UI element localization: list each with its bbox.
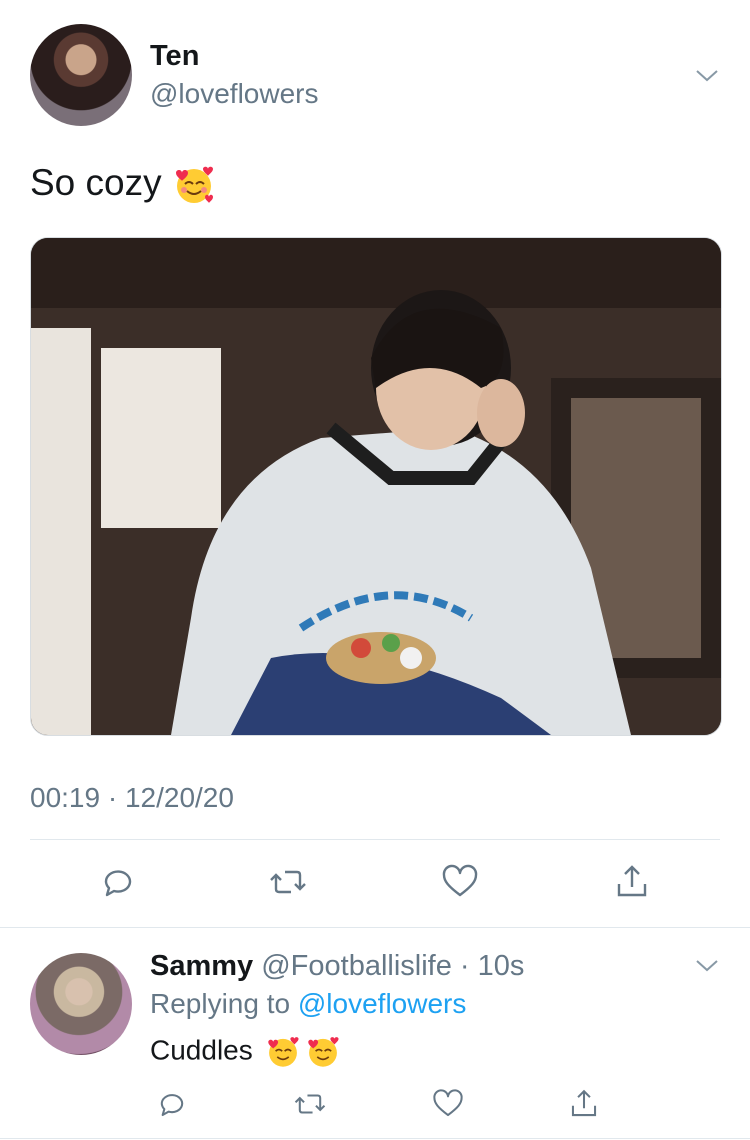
reply-share-button[interactable]: [562, 1082, 606, 1126]
tweet-photo[interactable]: [30, 237, 722, 736]
retweet-button[interactable]: [266, 860, 310, 904]
share-icon: [617, 865, 647, 897]
reply-text-content: Cuddles: [150, 1034, 253, 1066]
reply-avatar[interactable]: [30, 953, 132, 1055]
heart-icon: [442, 864, 478, 897]
share-icon: [571, 1089, 597, 1117]
reply-display-name[interactable]: Sammy: [150, 950, 253, 982]
chevron-down-icon[interactable]: [694, 62, 720, 88]
reply-header: Sammy @Footballislife · 10s: [150, 950, 524, 983]
heart-icon: [433, 1089, 463, 1117]
reply-text: Cuddles: [150, 1034, 341, 1070]
replying-to: Replying to @loveflowers: [150, 988, 466, 1020]
smiling-face-with-hearts-icon: [307, 1037, 339, 1067]
reply-icon: [160, 1094, 184, 1117]
divider: [30, 839, 720, 840]
reply-icon: [104, 870, 132, 897]
tweet-text-content: So cozy: [30, 162, 162, 203]
smiling-face-with-hearts-icon: [267, 1037, 299, 1067]
retweet-icon: [294, 1094, 326, 1114]
replying-to-link[interactable]: @loveflowers: [298, 988, 466, 1019]
chevron-down-icon[interactable]: [694, 952, 720, 978]
like-button[interactable]: [438, 860, 482, 904]
reply-retweet-button[interactable]: [288, 1082, 332, 1126]
reply-button[interactable]: [96, 860, 140, 904]
smiling-face-with-hearts-icon: [175, 166, 213, 204]
retweet-icon: [270, 870, 306, 894]
handle[interactable]: @loveflowers: [150, 78, 318, 110]
main-tweet: Ten @loveflowers So cozy 00:19 · 12/20/2…: [0, 0, 750, 928]
section-divider: [0, 927, 750, 928]
replying-to-prefix: Replying to: [150, 988, 291, 1019]
bottom-divider: [0, 1138, 750, 1139]
photo-illustration: [31, 238, 721, 735]
reply-like-button[interactable]: [426, 1082, 470, 1126]
share-button[interactable]: [610, 860, 654, 904]
display-name[interactable]: Ten: [150, 40, 199, 73]
reply-time: · 10s: [459, 950, 525, 982]
reply-handle[interactable]: @Footballislife: [261, 950, 452, 982]
timestamp[interactable]: 00:19 · 12/20/20: [30, 782, 234, 814]
tweet-text: So cozy: [30, 162, 216, 207]
reply-reply-button[interactable]: [150, 1082, 194, 1126]
avatar[interactable]: [30, 24, 132, 126]
